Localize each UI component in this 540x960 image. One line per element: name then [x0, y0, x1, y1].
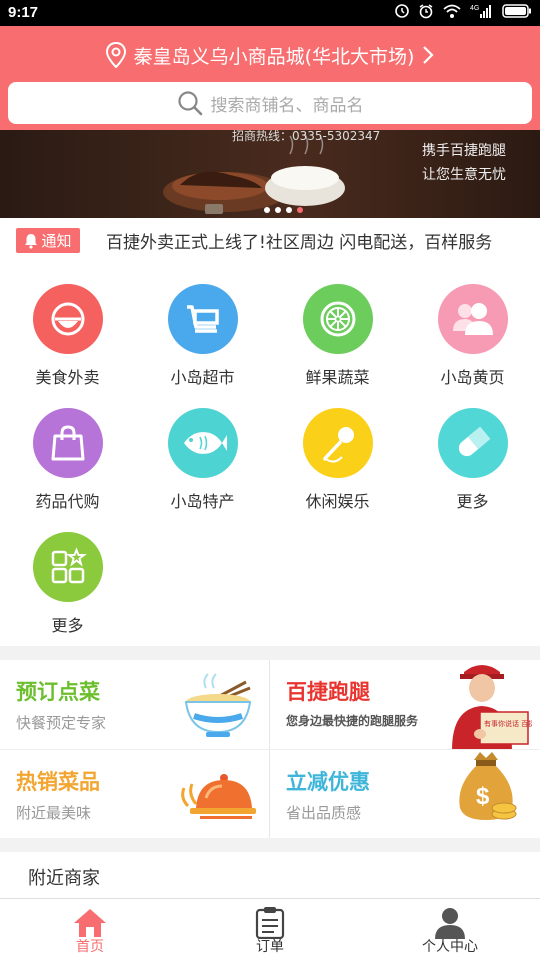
courier-sign-text: 有事你说话 百捷来跑腿: [484, 719, 532, 728]
category-label: 鲜果蔬菜: [305, 368, 370, 387]
tab-profile[interactable]: 个人中心: [360, 899, 540, 960]
promo-discount-title: 立减优惠: [286, 770, 370, 794]
banner-dot[interactable]: [286, 207, 292, 213]
user-icon: [435, 908, 465, 939]
tab-profile-label: 个人中心: [422, 939, 478, 955]
promo-errand[interactable]: 百捷跑腿 您身边最快捷的跑腿服务 有事你说话 百捷来跑腿: [270, 660, 539, 750]
banner-pagination: [264, 207, 303, 213]
banner-dot[interactable]: [275, 207, 281, 213]
status-bar: 9:17 4G: [0, 0, 540, 26]
nearby-merchants-title: 附近商家: [28, 868, 100, 889]
people-icon: [438, 284, 508, 354]
status-time: 9:17: [8, 4, 39, 21]
category-pharmacy[interactable]: 药品代购: [0, 388, 135, 512]
bowl-icon: [33, 284, 103, 354]
category-fruits-vegetables[interactable]: 鲜果蔬菜: [270, 264, 405, 388]
status-icons: 4G: [394, 3, 532, 19]
notice-text: 百捷外卖正式上线了!社区周边 闪电配送，百样服务: [106, 233, 493, 253]
promo-reserve-title: 预订点菜: [16, 680, 100, 704]
bell-icon: [25, 233, 38, 249]
tab-home[interactable]: 首页: [0, 899, 180, 960]
category-label: 小岛黄页: [440, 368, 505, 387]
banner-dot[interactable]: [264, 207, 270, 213]
svg-text:$: $: [476, 783, 490, 810]
search-icon: [177, 91, 202, 116]
category-grid: 美食外卖 小岛超市 鲜果蔬菜 小岛黄页 药品代购 小岛特产 休闲娱乐 更多 更多: [0, 264, 540, 646]
cart-icon: [168, 284, 238, 354]
money-bag-icon: $: [459, 752, 517, 820]
category-label: 更多: [456, 492, 489, 511]
category-food-delivery[interactable]: 美食外卖: [0, 264, 135, 388]
courier-image: 有事你说话 百捷来跑腿: [452, 665, 532, 750]
category-more-1[interactable]: 更多: [405, 388, 540, 512]
battery-icon: [502, 4, 531, 18]
header: 秦皇岛义乌小商品城(华北大市场) 搜索商铺名、商品名: [0, 26, 540, 130]
promo-hot-subtitle: 附近最美味: [16, 804, 92, 822]
home-icon: [74, 909, 106, 937]
bag-icon: [33, 408, 103, 478]
promo-discount[interactable]: 立减优惠 省出品质感 $: [270, 750, 539, 838]
notice-badge: 通知: [16, 228, 80, 253]
notice-bar[interactable]: 通知 百捷外卖正式上线了!社区周边 闪电配送，百样服务: [0, 218, 540, 264]
search-input[interactable]: 搜索商铺名、商品名: [8, 82, 532, 124]
category-yellow-pages[interactable]: 小岛黄页: [405, 264, 540, 388]
microphone-icon: [303, 408, 373, 478]
category-label: 药品代购: [35, 492, 100, 511]
svg-text:4G: 4G: [470, 5, 479, 12]
promo-divider-horizontal: [0, 749, 540, 750]
tab-home-label: 首页: [76, 939, 104, 955]
wifi-icon: [443, 4, 461, 18]
fish-icon: [168, 408, 238, 478]
bottom-tab-bar: 首页 订单 个人中心: [0, 898, 540, 960]
alarm-icon: [419, 4, 433, 19]
category-label: 小岛特产: [170, 492, 235, 511]
promo-hot-dishes[interactable]: 热销菜品 附近最美味: [0, 750, 269, 838]
promo-reserve-subtitle: 快餐预定专家: [16, 714, 107, 732]
location-name: 秦皇岛义乌小商品城(华北大市场): [133, 45, 415, 68]
lemon-icon: [303, 284, 373, 354]
nearby-merchants-section: 附近商家: [0, 852, 540, 898]
location-selector[interactable]: 秦皇岛义乌小商品城(华北大市场): [0, 40, 540, 70]
noodle-bowl-icon: [184, 673, 252, 737]
apps-icon: [33, 532, 103, 602]
banner-hotline: 招商热线：0335-5302347: [232, 130, 381, 143]
category-supermarket[interactable]: 小岛超市: [135, 264, 270, 388]
promo-banner[interactable]: 招商热线：0335-5302347 携手百捷跑腿 让您生意无忧: [0, 130, 540, 218]
pill-icon: [438, 408, 508, 478]
chevron-right-icon: [423, 46, 434, 64]
category-more-2[interactable]: 更多: [0, 512, 135, 636]
signal-icon: 4G: [470, 5, 491, 18]
serving-cloche-icon: [181, 774, 256, 819]
promo-reserve[interactable]: 预订点菜 快餐预定专家: [0, 660, 269, 748]
banner-slogan-line1: 携手百捷跑腿: [422, 143, 506, 159]
promo-discount-subtitle: 省出品质感: [286, 804, 362, 822]
notice-badge-label: 通知: [41, 232, 72, 250]
promo-errand-subtitle: 您身边最快捷的跑腿服务: [286, 714, 419, 728]
promo-panels: 预订点菜 快餐预定专家 百捷跑腿 您身边最快捷的跑腿服务 有事你说话 百捷来跑腿…: [0, 660, 540, 838]
category-label: 更多: [51, 616, 84, 635]
category-label: 美食外卖: [35, 368, 100, 387]
category-label: 小岛超市: [170, 368, 235, 387]
tab-orders-label: 订单: [256, 939, 284, 955]
banner-slogan-line2: 让您生意无忧: [422, 167, 506, 183]
clipboard-icon: [255, 907, 285, 939]
category-entertainment[interactable]: 休闲娱乐: [270, 388, 405, 512]
banner-dot-active[interactable]: [297, 207, 303, 213]
sync-icon: [395, 4, 409, 18]
promo-hot-title: 热销菜品: [16, 770, 100, 794]
category-local-specialty[interactable]: 小岛特产: [135, 388, 270, 512]
category-label: 休闲娱乐: [305, 492, 370, 511]
promo-errand-title: 百捷跑腿: [286, 680, 370, 704]
location-pin-icon: [105, 42, 126, 68]
tab-orders[interactable]: 订单: [180, 899, 360, 960]
search-placeholder: 搜索商铺名、商品名: [210, 95, 364, 116]
